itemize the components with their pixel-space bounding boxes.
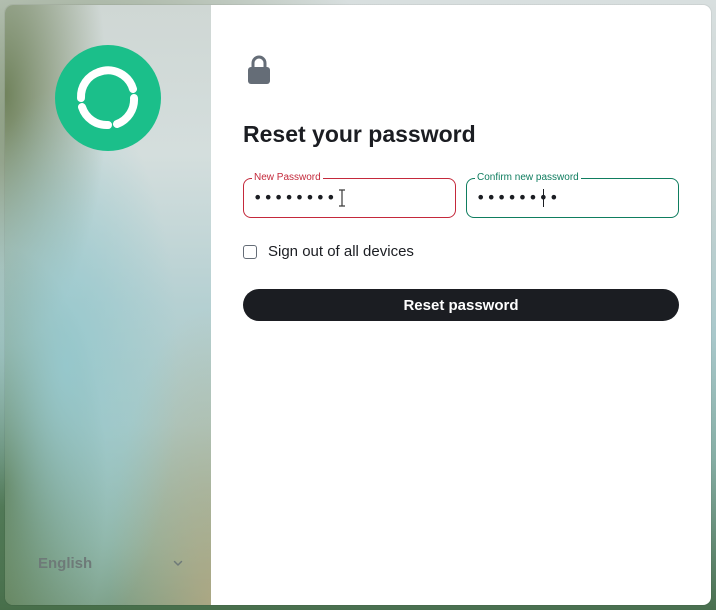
confirm-password-value: ••••••••	[476, 188, 560, 207]
reset-password-button[interactable]: Reset password	[243, 289, 679, 321]
confirm-password-field[interactable]: Confirm new password ••••••••	[466, 172, 679, 218]
new-password-field[interactable]: New Password ••••••••	[243, 172, 456, 218]
new-password-label: New Password	[252, 172, 323, 184]
sign-out-all-devices-option[interactable]: Sign out of all devices	[243, 243, 414, 260]
lock-icon	[248, 55, 270, 84]
language-selected-value: English	[38, 554, 93, 572]
new-password-value: ••••••••	[253, 188, 337, 207]
auth-window: English Reset your password New Password…	[5, 5, 711, 605]
text-caret	[543, 189, 544, 207]
auth-main-panel: Reset your password New Password •••••••…	[211, 5, 711, 605]
auth-side-panel: English	[5, 5, 211, 605]
element-logo-icon	[55, 45, 161, 151]
language-dropdown[interactable]: English	[38, 553, 183, 573]
text-cursor-icon	[339, 189, 345, 207]
chevron-down-icon	[173, 560, 183, 566]
sign-out-all-devices-label: Sign out of all devices	[268, 243, 414, 260]
page-title: Reset your password	[243, 121, 476, 147]
confirm-password-label: Confirm new password	[475, 172, 581, 184]
sign-out-all-devices-checkbox[interactable]	[243, 244, 257, 259]
